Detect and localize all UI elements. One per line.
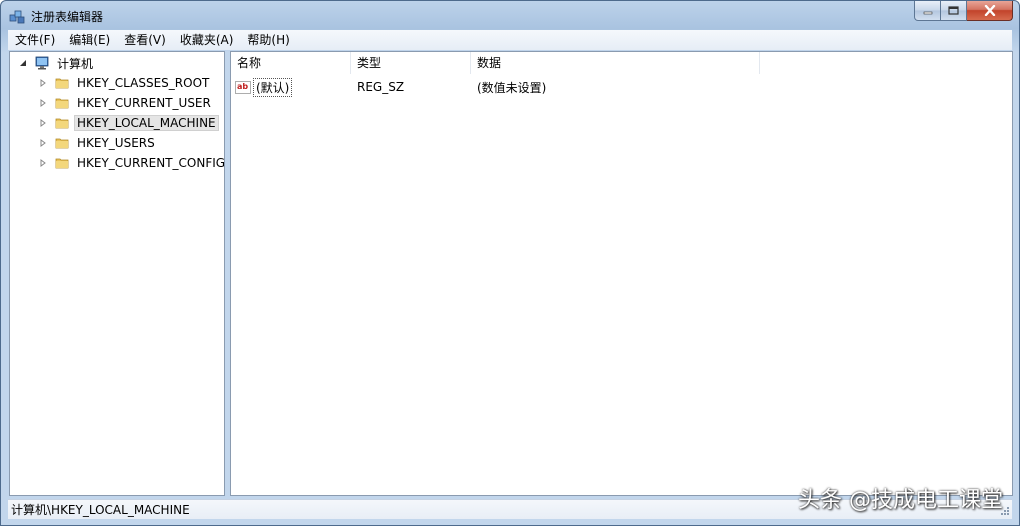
string-value-icon: ab xyxy=(235,81,251,94)
title-bar[interactable]: 注册表编辑器 xyxy=(1,1,1019,31)
maximize-icon xyxy=(948,6,959,15)
tree-label-selected: HKEY_LOCAL_MACHINE xyxy=(74,115,219,131)
menu-bar: 文件(F) 编辑(E) 查看(V) 收藏夹(A) 帮助(H) xyxy=(8,30,1012,50)
key-tree-pane[interactable]: 计算机 HKEY_CLASSES_ROOT HKEY_CURRENT_USER xyxy=(9,51,225,496)
collapsed-triangle-icon xyxy=(40,99,46,107)
table-row[interactable]: ab (默认) REG_SZ (数值未设置) xyxy=(231,76,760,98)
tree-expander[interactable] xyxy=(38,158,48,168)
minimize-icon xyxy=(923,11,932,14)
window-title: 注册表编辑器 xyxy=(31,10,104,24)
registry-editor-icon[interactable] xyxy=(8,7,26,25)
watermark: 头条 @技成电工课堂 xyxy=(798,488,1003,513)
maximize-button[interactable] xyxy=(941,1,967,21)
value-data: (数值未设置) xyxy=(477,80,547,95)
menu-file[interactable]: 文件(F) xyxy=(8,30,62,50)
tree-expander[interactable] xyxy=(38,118,48,128)
tree-label: HKEY_CURRENT_CONFIG xyxy=(77,156,225,170)
collapsed-triangle-icon xyxy=(40,119,46,127)
close-button[interactable] xyxy=(967,1,1013,21)
tree-expander[interactable] xyxy=(38,138,48,148)
expanded-triangle-icon xyxy=(20,60,26,66)
svg-text:ab: ab xyxy=(237,82,248,91)
column-header-name[interactable]: 名称 xyxy=(231,52,351,74)
menu-help[interactable]: 帮助(H) xyxy=(240,30,296,50)
tree-item-hkey-local-machine[interactable]: HKEY_LOCAL_MACHINE xyxy=(38,113,219,133)
tree-label: 计算机 xyxy=(57,56,94,71)
folder-icon xyxy=(55,138,69,149)
tree-item-computer[interactable]: 计算机 xyxy=(18,53,96,73)
tree-expander[interactable] xyxy=(18,58,28,68)
column-header-filler xyxy=(760,52,1012,74)
tree-label: HKEY_USERS xyxy=(77,136,155,150)
column-header-type[interactable]: 类型 xyxy=(351,52,471,74)
menu-edit[interactable]: 编辑(E) xyxy=(62,30,117,50)
registry-editor-window: 注册表编辑器 文件(F) 编辑(E) 查看(V) 收藏夹(A) 帮助(H) 计算… xyxy=(0,0,1020,526)
collapsed-triangle-icon xyxy=(40,159,46,167)
values-list-pane[interactable]: 名称 类型 数据 ab (默认) REG_SZ (数值未设置) xyxy=(230,51,1013,496)
collapsed-triangle-icon xyxy=(40,139,46,147)
menu-view[interactable]: 查看(V) xyxy=(117,30,173,50)
column-header-data[interactable]: 数据 xyxy=(471,52,760,74)
tree-item-hkey-current-user[interactable]: HKEY_CURRENT_USER xyxy=(38,93,214,113)
tree-item-hkey-current-config[interactable]: HKEY_CURRENT_CONFIG xyxy=(38,153,225,173)
tree-label: HKEY_CURRENT_USER xyxy=(77,96,211,110)
tree-label: HKEY_CLASSES_ROOT xyxy=(77,76,210,90)
value-name-cell: ab (默认) xyxy=(231,77,351,97)
tree-item-hkey-users[interactable]: HKEY_USERS xyxy=(38,133,158,153)
folder-icon xyxy=(55,98,69,109)
tree-expander[interactable] xyxy=(38,78,48,88)
tree-item-hkey-classes-root[interactable]: HKEY_CLASSES_ROOT xyxy=(38,73,212,93)
folder-icon xyxy=(55,78,69,89)
value-name: (默认) xyxy=(253,77,293,97)
menu-favorites[interactable]: 收藏夹(A) xyxy=(173,30,241,50)
computer-icon xyxy=(35,56,49,70)
folder-icon xyxy=(55,118,69,129)
value-type: REG_SZ xyxy=(357,80,405,94)
tree-expander[interactable] xyxy=(38,98,48,108)
minimize-button[interactable] xyxy=(914,1,941,21)
column-header-row: 名称 类型 数据 xyxy=(231,52,1012,74)
folder-icon xyxy=(55,158,69,169)
close-icon xyxy=(984,5,995,16)
status-path: 计算机\HKEY_LOCAL_MACHINE xyxy=(11,503,190,517)
window-controls xyxy=(914,1,1013,21)
collapsed-triangle-icon xyxy=(40,79,46,87)
resize-grip-icon[interactable] xyxy=(1000,506,1010,516)
